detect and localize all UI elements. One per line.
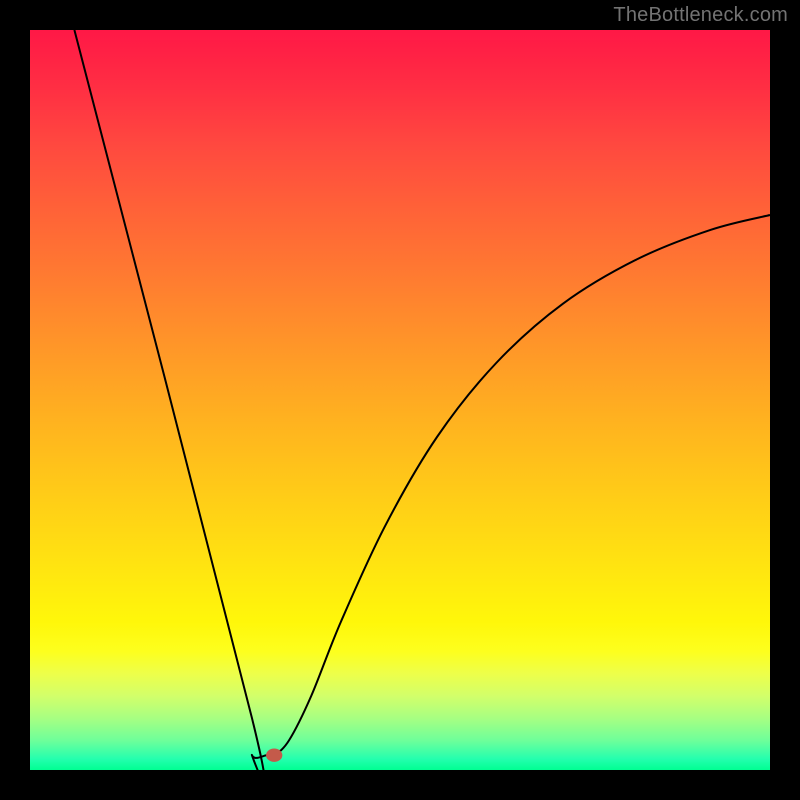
chart-container: TheBottleneck.com — [0, 0, 800, 800]
watermark-text: TheBottleneck.com — [613, 4, 788, 27]
chart-plot-area — [30, 30, 770, 770]
bottleneck-curve — [74, 30, 770, 782]
chart-curve-svg — [30, 30, 770, 770]
optimal-point-marker — [266, 749, 282, 762]
